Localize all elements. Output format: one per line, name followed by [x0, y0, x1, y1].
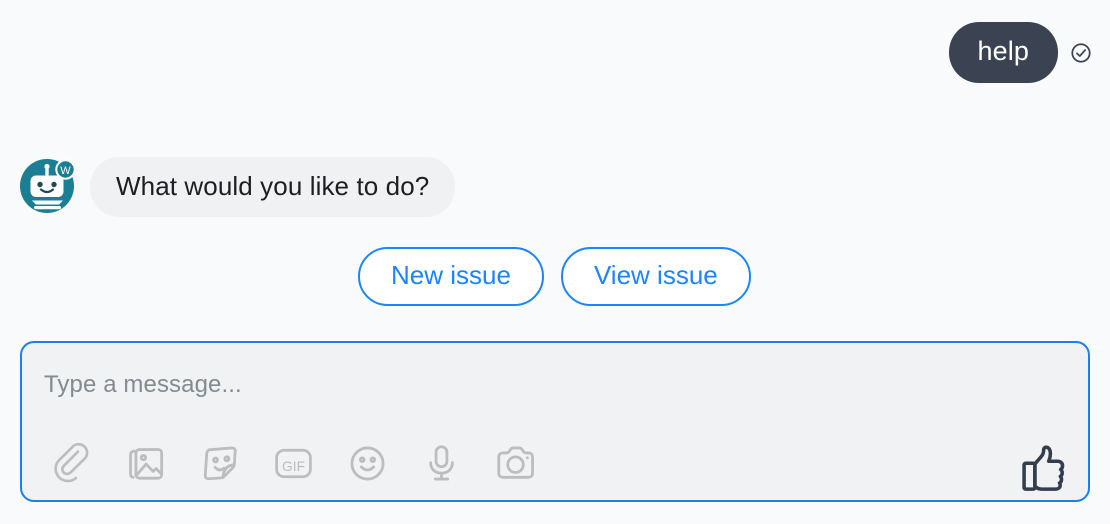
emoji-icon[interactable] — [344, 440, 391, 487]
quick-reply-group: New issue View issue — [358, 247, 751, 306]
sticker-icon[interactable] — [196, 440, 243, 487]
thumbs-up-icon[interactable] — [1017, 441, 1071, 495]
robot-avatar-icon: W — [18, 155, 78, 215]
bot-message-row: W What would you like to do? — [18, 155, 456, 217]
composer-action-bar: GIF — [48, 440, 539, 487]
user-message-row: help — [948, 22, 1092, 83]
photo-icon[interactable] — [122, 440, 169, 487]
check-circle-icon — [1070, 42, 1092, 64]
microphone-icon[interactable] — [418, 440, 465, 487]
quick-reply-new-issue[interactable]: New issue — [358, 247, 544, 306]
camera-icon[interactable] — [492, 440, 539, 487]
bot-message-bubble: What would you like to do? — [90, 157, 456, 217]
user-message-bubble: help — [948, 22, 1058, 83]
gif-icon[interactable]: GIF — [270, 440, 317, 487]
svg-text:GIF: GIF — [282, 459, 305, 474]
message-input[interactable] — [44, 371, 864, 399]
conversation-thread: help W What would you like to do? New is… — [0, 0, 1110, 330]
paperclip-icon[interactable] — [48, 440, 95, 487]
svg-text:W: W — [60, 165, 71, 177]
quick-reply-view-issue[interactable]: View issue — [560, 247, 751, 306]
